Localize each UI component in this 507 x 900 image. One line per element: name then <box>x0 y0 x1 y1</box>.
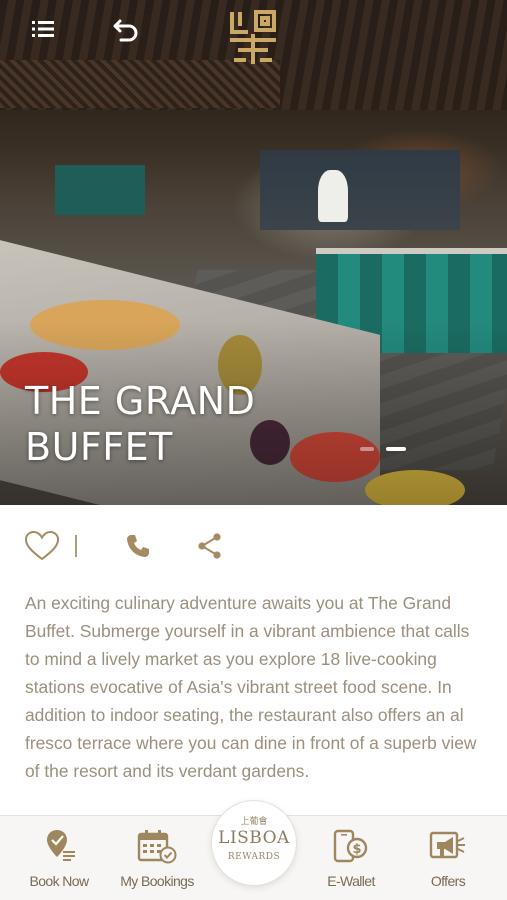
heart-icon <box>24 530 60 561</box>
hero-chef <box>318 170 348 222</box>
lisboa-rewards-button[interactable]: 上葡會 LISBOA REWARDS <box>212 801 296 885</box>
hero-ceiling-band <box>0 60 280 108</box>
hero-teal-wall <box>55 165 145 215</box>
rewards-chinese-text: 上葡會 <box>240 817 268 827</box>
restaurant-logo-icon <box>226 6 280 66</box>
book-now-icon <box>39 827 79 872</box>
wallet-phone-icon: $ <box>331 827 371 872</box>
restaurant-description: An exciting culinary adventure awaits yo… <box>25 593 477 781</box>
carousel-dot-2[interactable] <box>386 447 406 451</box>
nav-offers[interactable]: Offers <box>403 816 493 900</box>
nav-offers-label: Offers <box>430 873 466 889</box>
call-button[interactable] <box>118 526 158 566</box>
page-title-line2: BUFFET <box>25 425 173 469</box>
phone-icon <box>127 535 149 557</box>
rewards-sub-text: REWARDS <box>227 852 281 862</box>
nav-e-wallet-label: E-Wallet <box>327 873 375 889</box>
hero-open-kitchen <box>260 150 460 230</box>
carousel-dot-1[interactable] <box>360 447 374 451</box>
rewards-brand-text: LISBOA <box>218 828 290 848</box>
nav-my-bookings[interactable]: My Bookings <box>112 816 202 900</box>
calendar-icon <box>136 827 178 872</box>
page-title: THE GRAND BUFFET <box>25 378 355 470</box>
share-button[interactable] <box>190 526 230 566</box>
offers-megaphone-icon <box>428 827 468 872</box>
share-icon <box>198 533 221 559</box>
undo-arrow-icon[interactable] <box>112 16 142 42</box>
nav-book-now-label: Book Now <box>29 873 89 889</box>
action-divider <box>75 535 77 557</box>
page-title-line1: THE GRAND <box>25 379 256 423</box>
nav-e-wallet[interactable]: $ E-Wallet <box>306 816 396 900</box>
action-bar <box>0 526 507 566</box>
nav-book-now[interactable]: Book Now <box>14 816 104 900</box>
svg-text:$: $ <box>352 842 361 857</box>
favorite-button[interactable] <box>22 526 62 566</box>
hamburger-menu-icon[interactable] <box>30 18 56 40</box>
nav-my-bookings-label: My Bookings <box>120 873 194 889</box>
